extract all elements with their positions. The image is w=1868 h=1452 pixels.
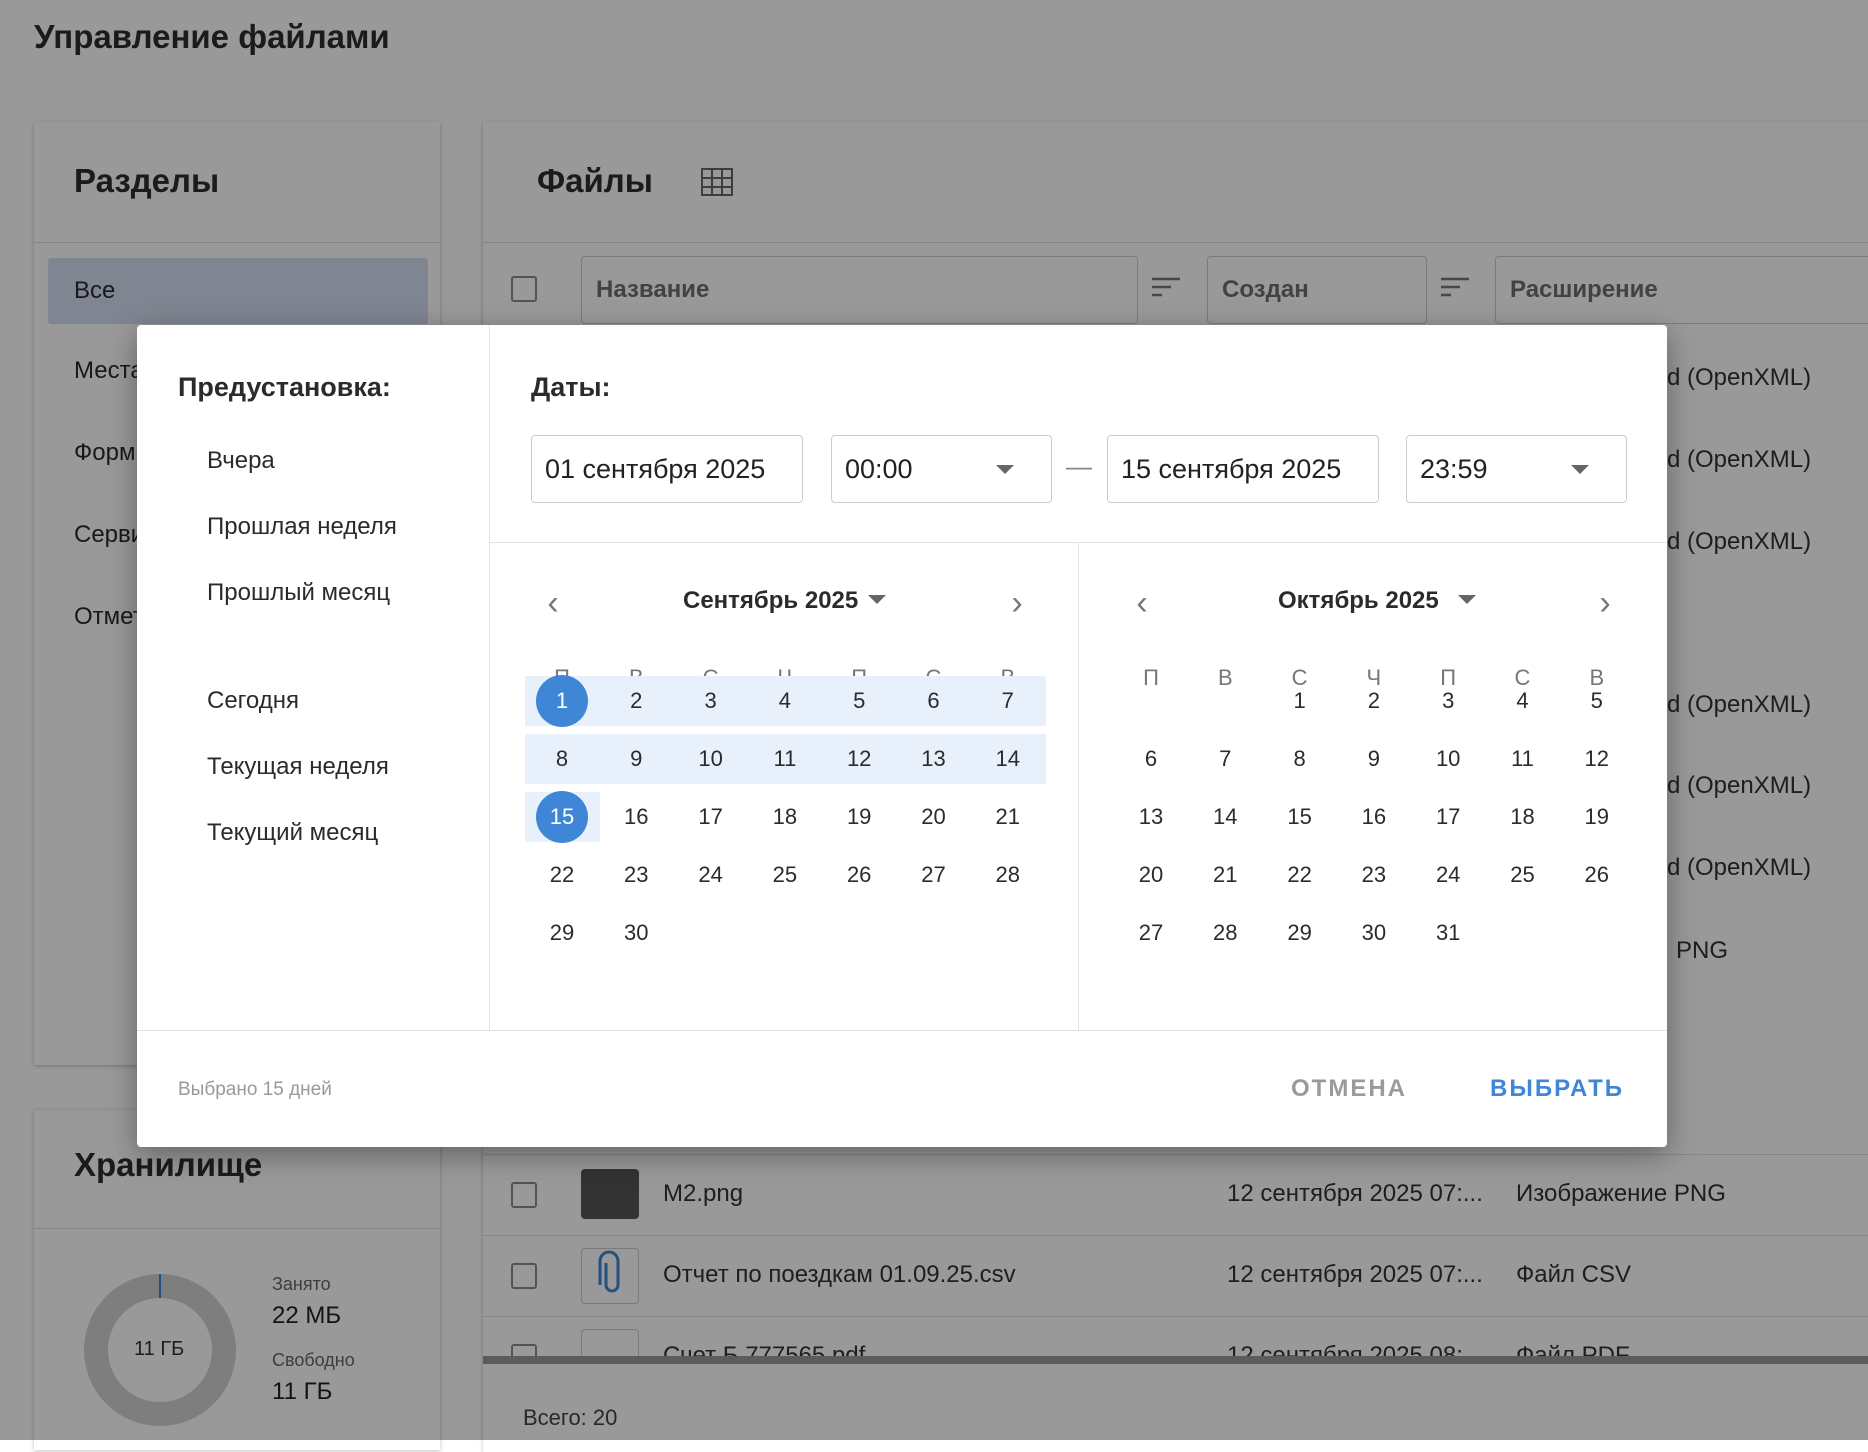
calendar-day[interactable]: 29 (1274, 907, 1326, 959)
calendar-day[interactable]: 28 (982, 849, 1034, 901)
calendar-day[interactable]: 17 (685, 791, 737, 843)
start-time-select[interactable]: 00:00 (831, 435, 1052, 503)
preset-last-week[interactable]: Прошлая неделя (207, 513, 397, 541)
calendar-day[interactable]: 2 (610, 675, 662, 727)
calendar-day[interactable]: 13 (1125, 791, 1177, 843)
cancel-button[interactable]: ОТМЕНА (1291, 1075, 1407, 1103)
preset-yesterday[interactable]: Вчера (207, 447, 275, 475)
calendar-day[interactable]: 3 (1422, 675, 1474, 727)
calendar-day[interactable]: 24 (685, 849, 737, 901)
calendar-day[interactable]: 26 (1571, 849, 1623, 901)
calendar-day[interactable]: 13 (908, 733, 960, 785)
next-month-right-icon[interactable]: › (1585, 583, 1625, 623)
calendar-day[interactable]: 6 (908, 675, 960, 727)
selected-days-info: Выбрано 15 дней (178, 1079, 332, 1100)
prev-month-right-icon[interactable]: ‹ (1122, 583, 1162, 623)
calendar-day[interactable]: 7 (982, 675, 1034, 727)
calendar-day[interactable]: 8 (536, 733, 588, 785)
weekday-label: П (1143, 665, 1159, 690)
calendar-day[interactable]: 20 (1125, 849, 1177, 901)
preset-last-month[interactable]: Прошлый месяц (207, 579, 390, 607)
calendar-day[interactable]: 9 (610, 733, 662, 785)
calendar-day[interactable]: 21 (982, 791, 1034, 843)
calendar-day[interactable]: 24 (1422, 849, 1474, 901)
calendar-day[interactable]: 18 (1497, 791, 1549, 843)
calendar-day[interactable]: 26 (833, 849, 885, 901)
calendar-day[interactable]: 25 (759, 849, 811, 901)
preset-current-week[interactable]: Текущая неделя (207, 753, 389, 781)
calendar-day[interactable]: 23 (610, 849, 662, 901)
calendar-day[interactable]: 30 (610, 907, 662, 959)
calendar-day[interactable]: 23 (1348, 849, 1400, 901)
calendar-day[interactable]: 2 (1348, 675, 1400, 727)
weekday-label: В (1217, 665, 1233, 690)
calendar-day[interactable]: 11 (759, 733, 811, 785)
chevron-down-icon (996, 465, 1014, 474)
end-date-input[interactable]: 15 сентября 2025 (1107, 435, 1379, 503)
start-date-input[interactable]: 01 сентября 2025 (531, 435, 803, 503)
calendar-day[interactable]: 12 (1571, 733, 1623, 785)
calendar-day[interactable]: 17 (1422, 791, 1474, 843)
month-select-right-icon[interactable] (1458, 595, 1476, 604)
select-button[interactable]: ВЫБРАТЬ (1490, 1075, 1624, 1103)
calendar-day[interactable]: 6 (1125, 733, 1177, 785)
calendar-day[interactable]: 27 (908, 849, 960, 901)
calendar-day[interactable]: 28 (1199, 907, 1251, 959)
calendar-day[interactable]: 11 (1497, 733, 1549, 785)
preset-today[interactable]: Сегодня (207, 687, 299, 715)
calendar-day[interactable]: 4 (759, 675, 811, 727)
preset-current-month[interactable]: Текущий месяц (207, 819, 378, 847)
chevron-down-icon (1571, 465, 1589, 474)
preset-title: Предустановка: (178, 372, 391, 402)
calendar-day[interactable]: 1 (536, 675, 588, 727)
date-range-dialog: Предустановка: Вчера Прошлая неделя Прош… (137, 325, 1667, 1147)
calendar-day[interactable]: 10 (685, 733, 737, 785)
calendar-day[interactable]: 15 (1274, 791, 1326, 843)
calendar-day[interactable]: 14 (1199, 791, 1251, 843)
range-separator: — (1066, 451, 1092, 481)
calendar-day[interactable]: 5 (833, 675, 885, 727)
calendar-day[interactable]: 22 (536, 849, 588, 901)
calendar-day[interactable]: 18 (759, 791, 811, 843)
calendar-day[interactable]: 3 (685, 675, 737, 727)
calendar-day[interactable]: 15 (536, 791, 588, 843)
calendar-day[interactable]: 20 (908, 791, 960, 843)
calendar-day[interactable]: 16 (1348, 791, 1400, 843)
calendar-day[interactable]: 9 (1348, 733, 1400, 785)
calendar-day[interactable]: 21 (1199, 849, 1251, 901)
calendar-day[interactable]: 25 (1497, 849, 1549, 901)
calendar-day[interactable]: 1 (1274, 675, 1326, 727)
calendar-day[interactable]: 19 (1571, 791, 1623, 843)
dates-title: Даты: (531, 372, 611, 402)
calendar-day[interactable]: 31 (1422, 907, 1474, 959)
calendar-day[interactable]: 16 (610, 791, 662, 843)
calendar-day[interactable]: 29 (536, 907, 588, 959)
calendar-day[interactable]: 7 (1199, 733, 1251, 785)
month-title-right: Октябрь 2025 (1278, 587, 1439, 614)
calendar-day[interactable]: 22 (1274, 849, 1326, 901)
month-title-left: Сентябрь 2025 (683, 587, 859, 614)
calendar-day[interactable]: 19 (833, 791, 885, 843)
calendar-day[interactable]: 8 (1274, 733, 1326, 785)
next-month-left-icon[interactable]: › (997, 583, 1037, 623)
calendar-day[interactable]: 10 (1422, 733, 1474, 785)
calendar-day[interactable]: 14 (982, 733, 1034, 785)
calendar-day[interactable]: 12 (833, 733, 885, 785)
end-time-value: 23:59 (1420, 454, 1488, 484)
month-select-left-icon[interactable] (868, 595, 886, 604)
calendar-day[interactable]: 4 (1497, 675, 1549, 727)
start-time-value: 00:00 (845, 454, 913, 484)
calendar-day[interactable]: 27 (1125, 907, 1177, 959)
calendar-day[interactable]: 5 (1571, 675, 1623, 727)
calendar-day[interactable]: 30 (1348, 907, 1400, 959)
end-time-select[interactable]: 23:59 (1406, 435, 1627, 503)
prev-month-left-icon[interactable]: ‹ (533, 583, 573, 623)
